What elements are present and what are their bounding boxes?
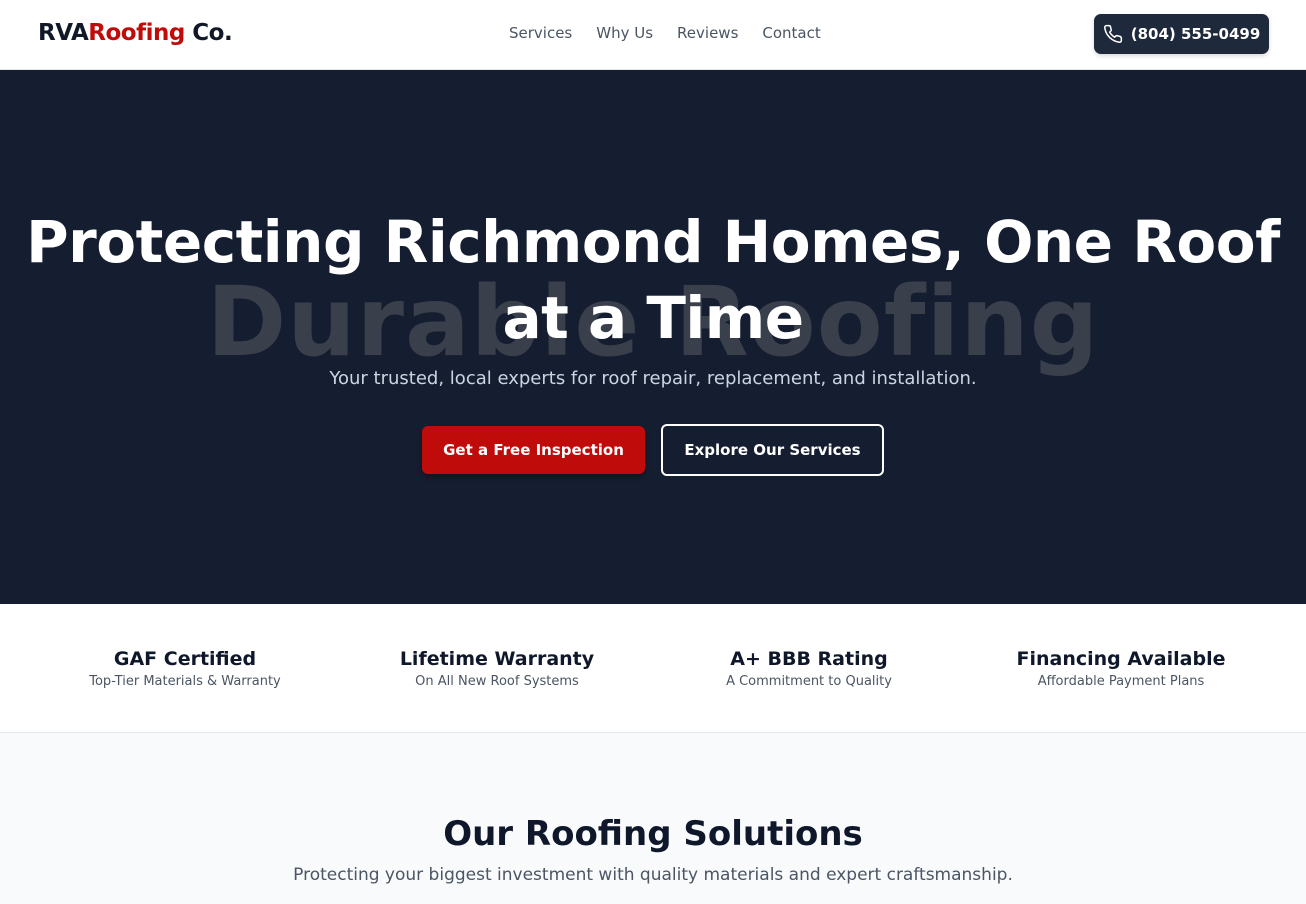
nav-link-services[interactable]: Services — [509, 24, 572, 42]
site-header: RVARoofing Co. Services Why Us Reviews C… — [0, 0, 1306, 70]
feature-title: Lifetime Warranty — [399, 648, 595, 670]
nav-link-reviews[interactable]: Reviews — [677, 24, 738, 42]
feature-financing: Financing Available Affordable Payment P… — [971, 648, 1271, 689]
phone-icon — [1103, 24, 1122, 43]
nav-link-why-us[interactable]: Why Us — [596, 24, 653, 42]
logo[interactable]: RVARoofing Co. — [38, 20, 233, 46]
feature-gaf-certified: GAF Certified Top-Tier Materials & Warra… — [35, 648, 335, 689]
feature-bbb-rating: A+ BBB Rating A Commitment to Quality — [659, 648, 959, 689]
feature-desc: On All New Roof Systems — [415, 674, 579, 689]
feature-desc: Affordable Payment Plans — [1037, 674, 1205, 689]
feature-title: GAF Certified — [113, 648, 257, 670]
feature-title: Financing Available — [1016, 648, 1226, 670]
feature-desc: Top-Tier Materials & Warranty — [89, 674, 281, 689]
feature-lifetime-warranty: Lifetime Warranty On All New Roof System… — [347, 648, 647, 689]
free-inspection-button[interactable]: Get a Free Inspection — [422, 426, 645, 474]
phone-number: (804) 555-0499 — [1130, 25, 1261, 43]
solutions-section: Our Roofing Solutions Protecting your bi… — [0, 733, 1306, 904]
solutions-title: Our Roofing Solutions — [443, 814, 863, 854]
solutions-subtitle: Protecting your biggest investment with … — [293, 865, 1013, 885]
logo-text-rva: RVA — [38, 20, 89, 46]
features-strip: GAF Certified Top-Tier Materials & Warra… — [0, 604, 1306, 733]
feature-title: A+ BBB Rating — [730, 648, 888, 670]
feature-desc: A Commitment to Quality — [726, 674, 892, 689]
hero-subtitle: Your trusted, local experts for roof rep… — [329, 368, 977, 389]
main-nav: Services Why Us Reviews Contact — [509, 24, 821, 42]
explore-services-button[interactable]: Explore Our Services — [661, 424, 884, 476]
hero-section: Durable Roofing Protecting Richmond Home… — [0, 70, 1306, 604]
phone-call-button[interactable]: (804) 555-0499 — [1094, 14, 1269, 54]
logo-text-roofing: Roofing — [88, 20, 185, 46]
hero-title: Protecting Richmond Homes, One Roof at a… — [26, 208, 1280, 352]
nav-link-contact[interactable]: Contact — [762, 24, 820, 42]
logo-text-co: Co. — [184, 20, 233, 46]
